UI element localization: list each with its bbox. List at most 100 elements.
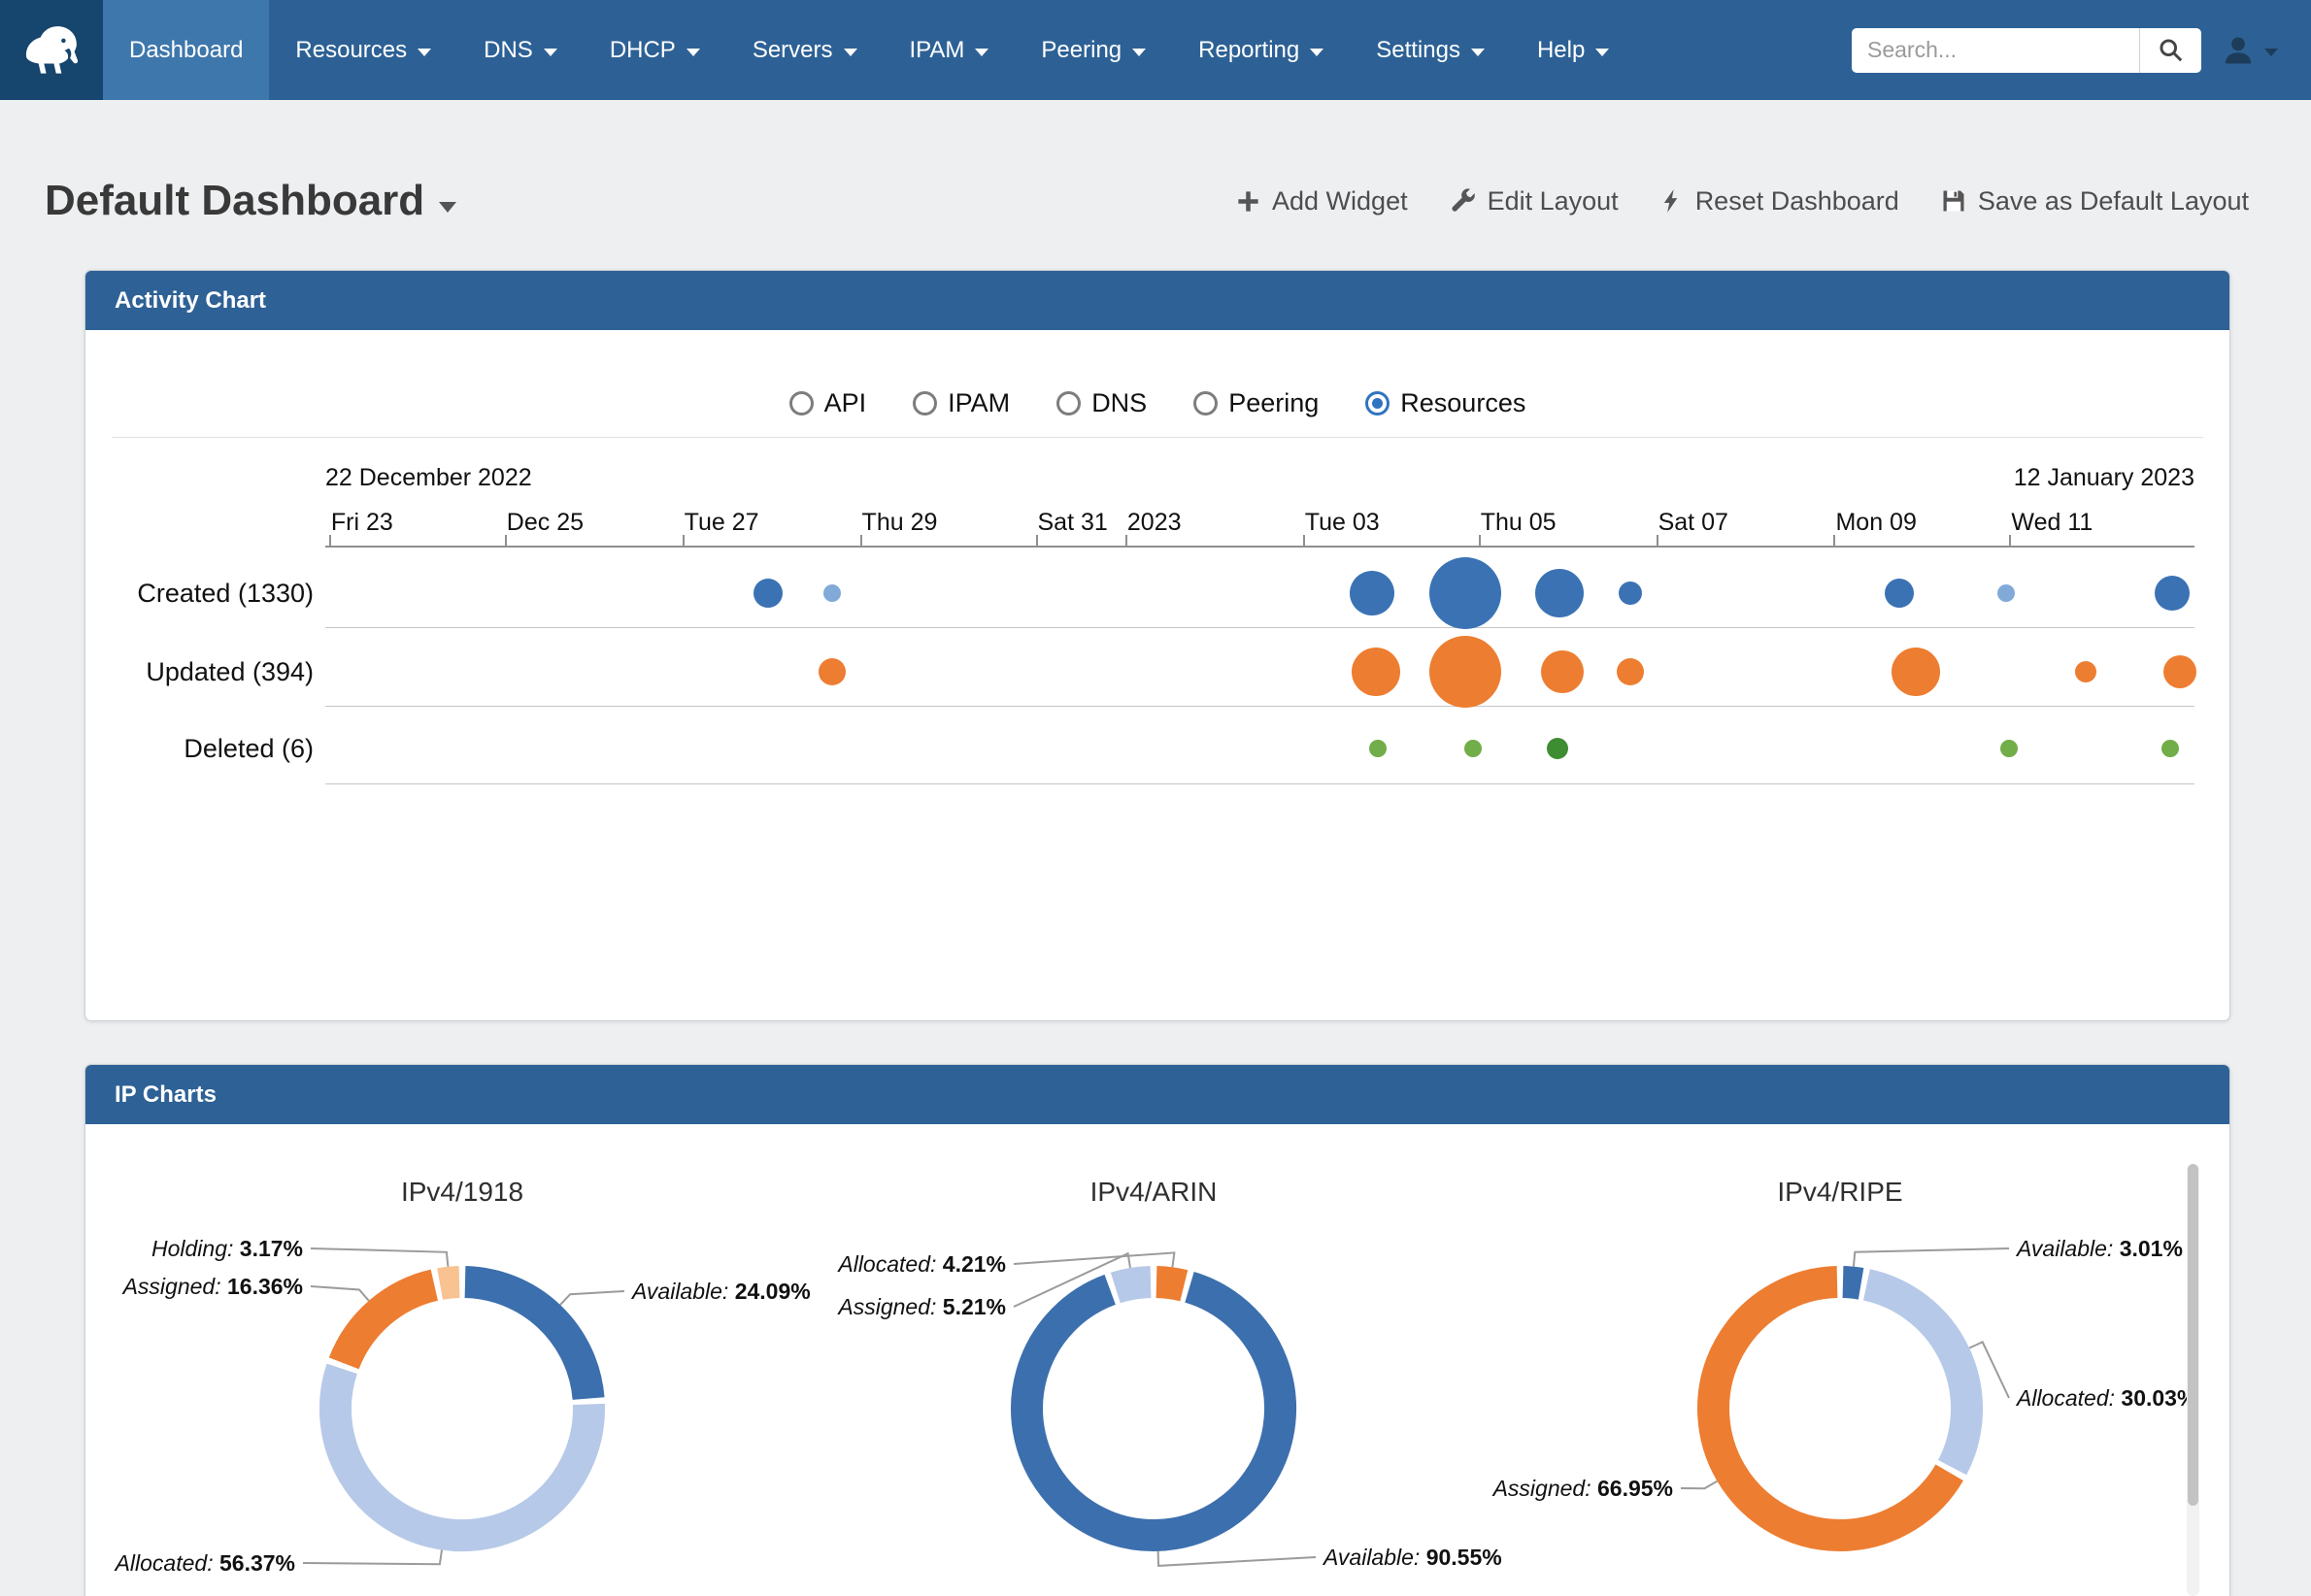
timeline-row-label: Deleted (6) <box>85 733 314 764</box>
top-navbar: Dashboard Resources DNS DHCP Servers IPAM Peer… <box>0 0 2311 100</box>
activity-bubble <box>1892 648 1940 696</box>
donut-callout-available: Available: 90.55% <box>1323 1544 1502 1571</box>
timeline-end-date: 12 January 2023 <box>2014 464 2194 492</box>
donut-callout-assigned: Assigned: 16.36% <box>123 1273 303 1300</box>
callout-label: Available: <box>1323 1545 1420 1570</box>
activity-bubble <box>1369 740 1387 757</box>
toolbar-label: Reset Dashboard <box>1695 186 1899 216</box>
dashboard-title-menu[interactable]: Default Dashboard <box>45 177 456 225</box>
activity-bubble <box>2000 740 2018 757</box>
callout-value: 4.21% <box>943 1251 1006 1277</box>
nav-item-settings[interactable]: Settings <box>1350 0 1511 100</box>
nav-item-label: DHCP <box>610 37 676 64</box>
callout-line <box>1158 1551 1316 1566</box>
nav-item-peering[interactable]: Peering <box>1015 0 1172 100</box>
nav-item-label: Servers <box>753 37 833 64</box>
nav-item-dns[interactable]: DNS <box>457 0 584 100</box>
app-logo[interactable] <box>0 0 103 100</box>
user-menu[interactable] <box>2221 33 2278 68</box>
donut-segment-assigned <box>344 1285 434 1364</box>
callout-value: 30.03% <box>2121 1385 2196 1411</box>
radio-icon <box>1056 391 1081 416</box>
axis-tick-label: 2023 <box>1127 509 1182 537</box>
nav-item-label: Peering <box>1041 37 1122 64</box>
nav-item-ipam[interactable]: IPAM <box>884 0 1016 100</box>
filter-label: API <box>824 388 867 418</box>
timeline-row-line <box>325 627 2194 628</box>
activity-bubble <box>819 658 846 685</box>
activity-bubble <box>1352 648 1400 696</box>
ip-panel-header: IP Charts <box>85 1065 2229 1124</box>
nav-item-label: Resources <box>295 37 407 64</box>
search-input[interactable] <box>1852 28 2139 73</box>
scrollbar-thumb[interactable] <box>2188 1164 2198 1506</box>
chevron-down-icon <box>1132 49 1146 56</box>
axis-tick-label: Mon 09 <box>1835 509 1916 537</box>
chevron-down-icon <box>2264 49 2278 56</box>
filter-label: Peering <box>1228 388 1319 418</box>
axis-tick-label: Sat 07 <box>1658 509 1728 537</box>
donut-callout-assigned: Assigned: 66.95% <box>1493 1475 1673 1502</box>
activity-panel-header: Activity Chart <box>85 271 2229 330</box>
filter-radio-resources[interactable]: Resources <box>1365 388 1525 418</box>
nav-item-label: Help <box>1537 37 1585 64</box>
search-button[interactable] <box>2139 28 2201 73</box>
ip-charts-panel: IP Charts IPv4/1918Available: 24.09%Allo… <box>84 1064 2230 1596</box>
toolbar-label: Save as Default Layout <box>1978 186 2249 216</box>
donut-segment-allocated <box>1156 1282 1184 1286</box>
activity-bubble <box>1617 658 1644 685</box>
radio-icon <box>1365 391 1390 416</box>
nav-item-resources[interactable]: Resources <box>269 0 457 100</box>
donut-segment-allocated <box>335 1369 588 1536</box>
filter-radio-api[interactable]: API <box>789 388 867 418</box>
edit-layout-button[interactable]: Edit Layout <box>1449 186 1619 216</box>
search-group <box>1852 28 2201 73</box>
nav-item-dhcp[interactable]: DHCP <box>584 0 726 100</box>
axis-tick-label: Thu 05 <box>1481 509 1557 537</box>
filter-radio-peering[interactable]: Peering <box>1193 388 1319 418</box>
chevron-down-icon <box>1595 49 1609 56</box>
activity-bubble <box>1429 636 1501 708</box>
filter-divider <box>112 437 2203 438</box>
donut-segment-available <box>465 1282 588 1399</box>
save-as-default-layout-button[interactable]: Save as Default Layout <box>1940 186 2249 216</box>
chevron-down-icon <box>844 49 857 56</box>
donut-svg <box>901 1163 1406 1596</box>
activity-bubble <box>1429 557 1501 629</box>
nav-item-help[interactable]: Help <box>1511 0 1635 100</box>
radio-icon <box>1193 391 1218 416</box>
user-icon <box>2221 33 2256 68</box>
nav-item-reporting[interactable]: Reporting <box>1172 0 1350 100</box>
donut-segment-allocated <box>1866 1284 1966 1467</box>
nav-item-dashboard[interactable]: Dashboard <box>103 0 269 100</box>
filter-radio-dns[interactable]: DNS <box>1056 388 1147 418</box>
donut-segment-holding <box>440 1282 459 1284</box>
callout-line <box>1854 1248 2009 1267</box>
axis-tick-label: Fri 23 <box>331 509 393 537</box>
chevron-down-icon[interactable] <box>439 202 456 213</box>
reset-dashboard-button[interactable]: Reset Dashboard <box>1659 186 1899 216</box>
activity-bubble <box>1350 571 1394 615</box>
activity-bubble <box>2161 740 2179 757</box>
callout-label: Holding: <box>151 1236 233 1261</box>
nav-item-servers[interactable]: Servers <box>726 0 884 100</box>
donut-chart-ipv4-arin: IPv4/ARINAllocated: 4.21%Available: 90.5… <box>901 1163 1406 1596</box>
callout-value: 3.17% <box>240 1236 303 1261</box>
donut-segment-available <box>1843 1282 1861 1284</box>
filter-radio-ipam[interactable]: IPAM <box>913 388 1010 418</box>
radio-icon <box>913 391 937 416</box>
activity-bubble <box>823 584 841 602</box>
timeline-row-label: Updated (394) <box>85 656 314 687</box>
scrollbar[interactable] <box>2187 1164 2199 1596</box>
callout-line <box>1681 1481 1717 1489</box>
donut-callout-allocated: Allocated: 30.03% <box>2017 1384 2196 1412</box>
donut-callout-available: Available: 3.01% <box>2017 1235 2183 1262</box>
timeline-row-line <box>325 706 2194 707</box>
donut-chart-ipv4-1918: IPv4/1918Available: 24.09%Allocated: 56.… <box>210 1163 715 1596</box>
callout-line <box>311 1248 448 1267</box>
activity-bubble <box>1464 740 1482 757</box>
activity-bubble <box>2075 661 2096 682</box>
add-widget-button[interactable]: Add Widget <box>1235 186 1408 216</box>
axis-tick-label: Dec 25 <box>507 509 584 537</box>
chevron-down-icon <box>1310 49 1323 56</box>
